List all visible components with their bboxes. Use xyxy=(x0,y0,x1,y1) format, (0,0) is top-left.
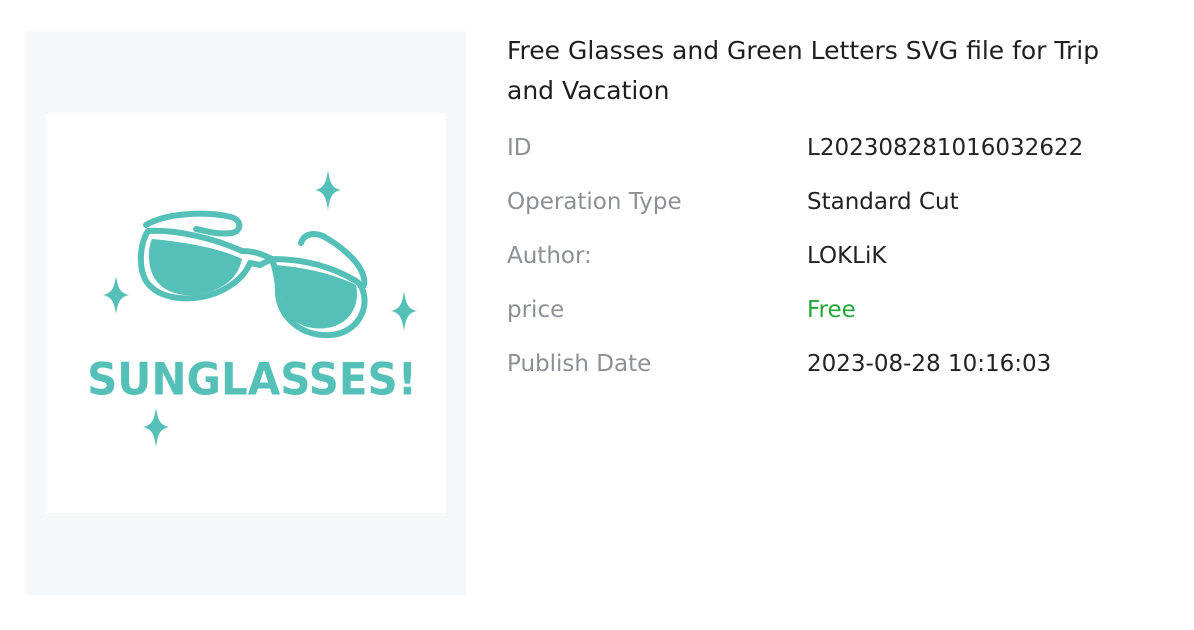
detail-label: Publish Date xyxy=(507,351,652,377)
preview-panel: SUNGLASSES! xyxy=(26,31,466,595)
detail-label: ID xyxy=(507,135,532,161)
detail-row-id: ID L202308281016032622 xyxy=(507,133,1167,163)
detail-label: price xyxy=(507,297,565,323)
detail-row-publish-date: Publish Date 2023-08-28 10:16:03 xyxy=(507,349,1167,379)
detail-value: 2023-08-28 10:16:03 xyxy=(807,351,1052,377)
page-title: Free Glasses and Green Letters SVG file … xyxy=(507,36,1100,105)
sparkle-icon xyxy=(143,408,169,447)
price-value: Free xyxy=(807,297,856,323)
detail-row-author: Author: LOKLiK xyxy=(507,241,1167,271)
sparkle-icon xyxy=(103,276,129,314)
detail-value: Standard Cut xyxy=(807,189,959,215)
sunglasses-illustration: SUNGLASSES! xyxy=(87,170,417,447)
detail-label: Author: xyxy=(507,243,592,269)
product-image[interactable]: SUNGLASSES! xyxy=(46,113,446,513)
detail-label: Operation Type xyxy=(507,189,682,215)
sparkle-icon xyxy=(391,291,417,331)
sunglasses-lettering: SUNGLASSES! xyxy=(87,354,417,405)
sparkle-icon xyxy=(315,170,341,210)
product-info: Free Glasses and Green Letters SVG file … xyxy=(507,31,1167,377)
detail-row-price: price Free xyxy=(507,295,1167,325)
author-link[interactable]: LOKLiK xyxy=(807,241,886,271)
detail-value: L202308281016032622 xyxy=(807,135,1084,161)
detail-row-operation-type: Operation Type Standard Cut xyxy=(507,187,1167,217)
